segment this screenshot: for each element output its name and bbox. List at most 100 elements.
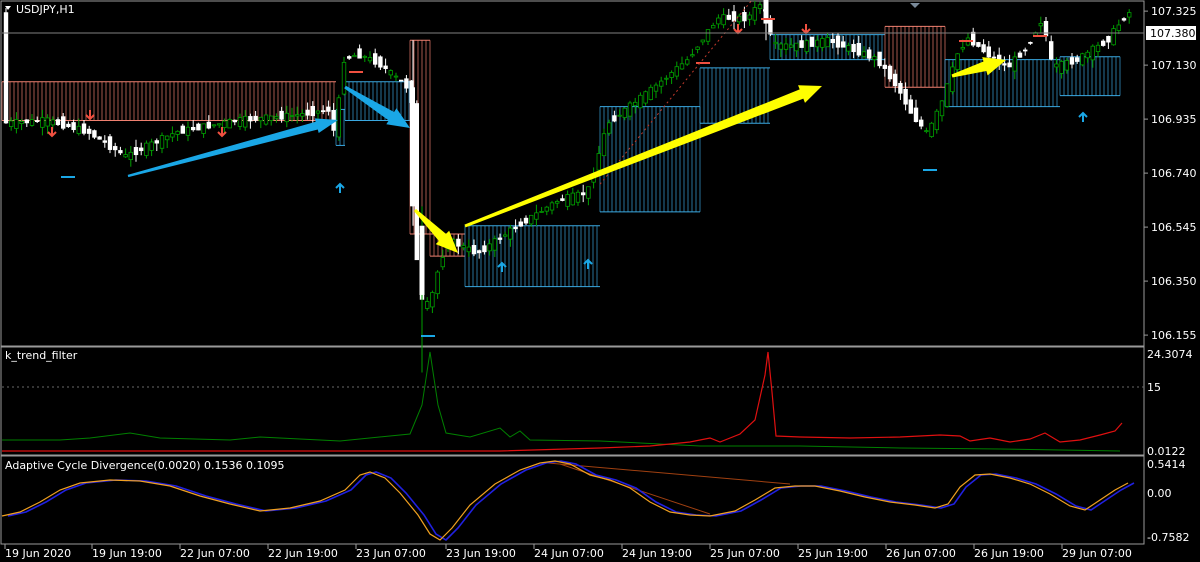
sell-arrow-icon — [47, 127, 57, 138]
candle — [435, 270, 440, 299]
candle — [430, 290, 435, 314]
indicator2-tick-min: -0.7582 — [1147, 531, 1189, 544]
candle — [653, 82, 659, 98]
candle — [820, 36, 825, 52]
indicator2-tick-zero: 0.00 — [1147, 487, 1172, 500]
candle — [113, 142, 118, 157]
candle — [622, 107, 627, 121]
candle — [346, 55, 352, 60]
candle — [737, 13, 742, 26]
price-tick-label: 106.155 — [1151, 329, 1197, 342]
candle — [190, 120, 196, 132]
candle — [950, 62, 955, 95]
time-tick-label: 25 Jun 07:00 — [710, 547, 780, 560]
candle — [700, 39, 705, 46]
candle — [1106, 35, 1111, 49]
trend-arrows — [127, 57, 1006, 253]
candle — [175, 130, 180, 141]
candle — [887, 64, 893, 82]
candle — [159, 132, 165, 154]
candle — [1095, 41, 1101, 58]
sell-arrow-icon — [801, 24, 811, 35]
trend-arrow-icon — [127, 118, 339, 178]
time-tick-label: 24 Jun 07:00 — [534, 547, 604, 560]
cloud-segment — [464, 225, 600, 288]
candle — [544, 205, 549, 216]
candle — [97, 136, 102, 140]
candle — [565, 190, 570, 211]
candle — [149, 138, 154, 157]
candle — [945, 83, 950, 108]
candle — [1043, 16, 1049, 42]
candle — [1121, 17, 1127, 22]
candle — [705, 29, 711, 45]
candle — [981, 39, 986, 54]
acd-orange-line — [1, 460, 1129, 541]
candle — [1111, 25, 1116, 46]
candle — [1002, 56, 1007, 72]
time-tick-label: 24 Jun 19:00 — [622, 547, 692, 560]
usdjpy-chart[interactable]: USDJPY,H1 107.325107.130106.935106.74010… — [0, 0, 1200, 562]
time-tick-label: 29 Jun 07:00 — [1062, 547, 1132, 560]
candle — [617, 109, 622, 117]
candle — [232, 119, 237, 126]
candle — [965, 32, 971, 47]
candle — [66, 121, 71, 128]
candle — [586, 186, 591, 206]
candle — [1012, 51, 1017, 80]
candle — [633, 97, 638, 114]
time-tick-label: 25 Jun 19:00 — [798, 547, 868, 560]
candle — [476, 249, 482, 259]
candle — [81, 119, 87, 136]
candle — [242, 110, 248, 131]
candle — [731, 4, 737, 30]
indicator1-tick-min: 0.0122 — [1147, 445, 1186, 458]
candle — [487, 239, 492, 256]
candle — [518, 218, 523, 227]
candle — [1116, 19, 1121, 35]
candle — [40, 109, 45, 136]
buy-arrow-icon — [1078, 111, 1088, 122]
candle — [539, 206, 544, 213]
candle — [747, 11, 752, 26]
candle — [3, 7, 9, 124]
candle — [799, 35, 804, 48]
candle — [107, 133, 113, 154]
main-chart-title: USDJPY,H1 — [16, 3, 75, 16]
candle — [534, 204, 539, 227]
candle — [1127, 9, 1132, 24]
candle — [898, 80, 903, 100]
indicator1-title: k_trend_filter — [5, 349, 78, 362]
candle — [913, 99, 919, 123]
candle — [128, 145, 133, 167]
candle — [648, 84, 653, 101]
candle — [35, 116, 40, 123]
candle — [29, 114, 35, 127]
candle — [424, 297, 430, 311]
candle — [71, 119, 76, 133]
candle — [216, 123, 222, 128]
candle — [362, 54, 367, 62]
candle — [924, 127, 929, 134]
price-tick-label: 106.545 — [1151, 221, 1197, 234]
candle — [263, 114, 269, 126]
candle — [388, 69, 393, 79]
shift-marker-icon[interactable] — [910, 3, 920, 8]
candle — [919, 116, 924, 130]
spike-candle — [410, 0, 769, 373]
candle — [877, 51, 882, 69]
candle — [976, 41, 981, 48]
candle — [180, 123, 185, 134]
candle — [133, 139, 139, 162]
candle — [929, 121, 934, 138]
price-tick-label: 106.935 — [1151, 113, 1197, 126]
candle — [872, 54, 877, 68]
candle — [570, 187, 575, 206]
time-tick-label: 23 Jun 07:00 — [356, 547, 426, 560]
buy-arrow-icon — [335, 182, 345, 193]
price-tick-label: 107.130 — [1151, 59, 1197, 72]
candle — [1085, 50, 1090, 63]
candle — [336, 94, 341, 141]
candle — [783, 37, 789, 55]
candle — [690, 48, 695, 58]
